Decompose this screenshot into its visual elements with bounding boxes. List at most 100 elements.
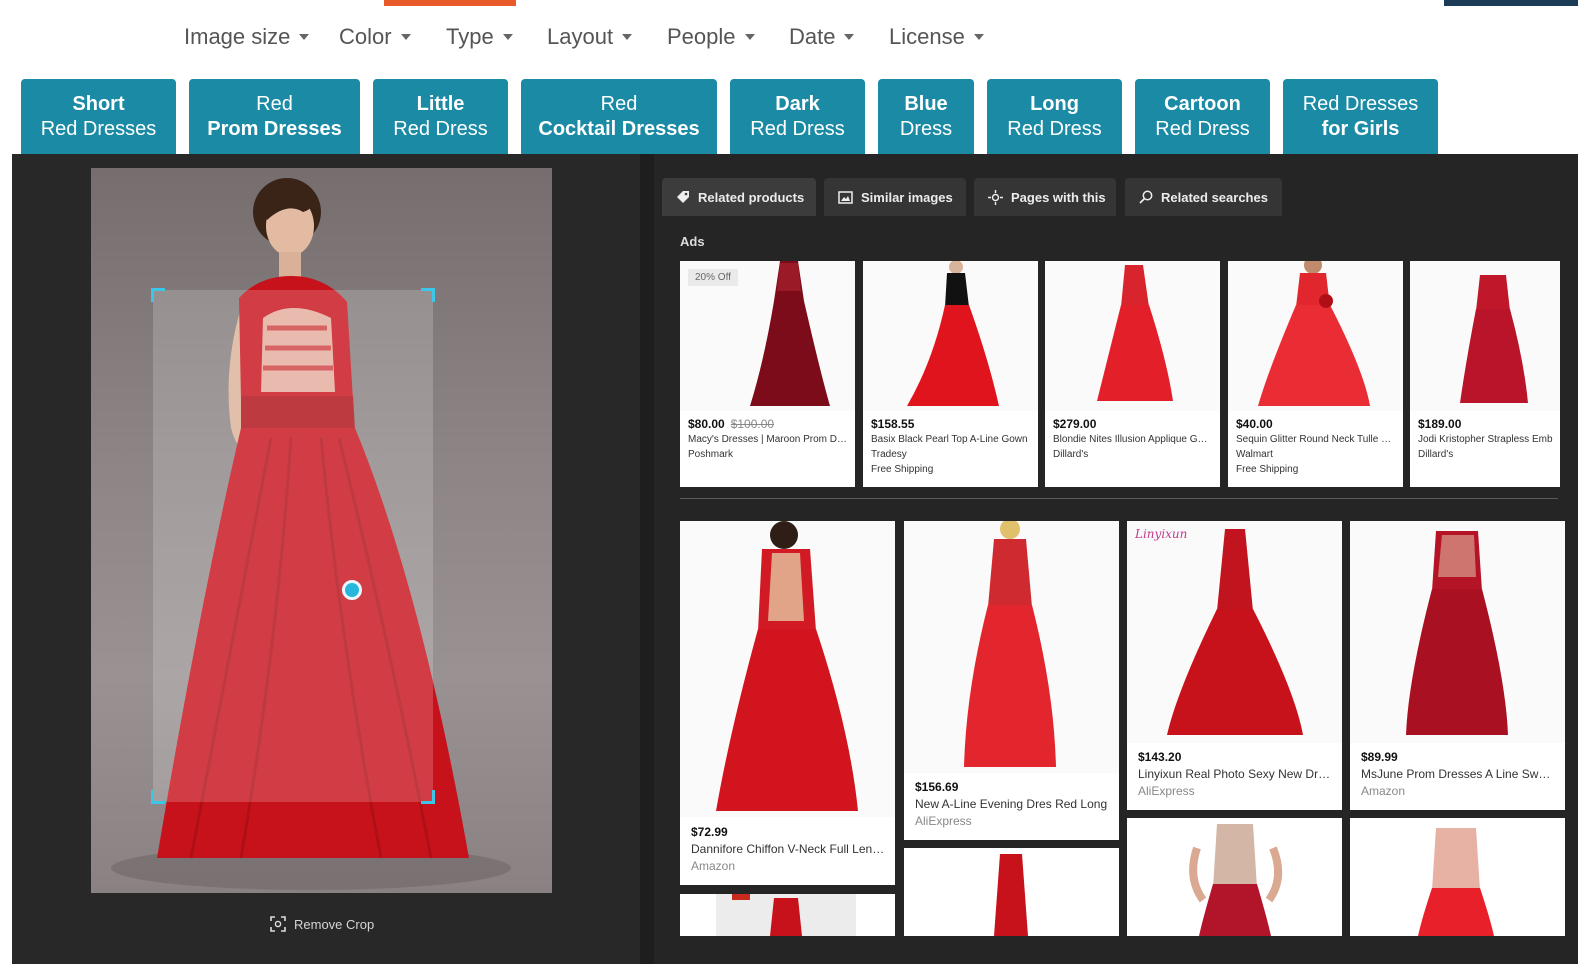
product-card[interactable] [904,848,1119,936]
ad-source: Poshmark [688,449,734,460]
product-thumbnail [1228,261,1403,411]
active-tab-indicator [384,0,516,6]
tab-pages-with-this[interactable]: Pages with this [974,178,1116,216]
chip-dark-red-dress[interactable]: Dark Red Dress [730,79,865,155]
product-card[interactable] [1350,818,1565,936]
top-accent-bar [0,0,1578,6]
chip-line1: Red Dresses [1302,93,1419,115]
price-current: $158.55 [871,417,915,431]
product-price: $72.99 [691,825,728,839]
section-divider [680,498,1558,499]
caret-down-icon [622,34,633,40]
caret-down-icon [400,34,411,40]
product-card[interactable] [1127,818,1342,936]
beaded-red-dress-image [1418,828,1494,936]
chip-line2: Cocktail Dresses [538,118,700,140]
crop-handle-top-left[interactable] [151,288,165,302]
ad-price: $279.00 [1053,417,1096,431]
red-gown-image [716,894,856,936]
product-price: $89.99 [1361,750,1398,764]
product-source: AliExpress [915,814,972,828]
ad-shipping: Free Shipping [871,464,934,475]
caret-down-icon [744,34,755,40]
chip-little-red-dress[interactable]: Little Red Dress [373,79,508,155]
chip-short-red-dresses[interactable]: Short Red Dresses [21,79,176,155]
product-thumbnail [1127,521,1342,743]
chip-cartoon-red-dress[interactable]: Cartoon Red Dress [1135,79,1270,155]
product-card[interactable]: $156.69 New A-Line Evening Dres Red Long… [904,521,1119,840]
crop-selection[interactable] [151,288,435,804]
price-current: $40.00 [1236,417,1273,431]
chip-red-dresses-for-girls[interactable]: Red Dresses for Girls [1283,79,1438,155]
product-card[interactable]: $72.99 Dannifore Chiffon V-Neck Full Len… [680,521,895,885]
tab-similar-images[interactable]: Similar images [824,178,966,216]
caret-down-icon [502,34,513,40]
filter-label: Date [789,24,836,49]
chip-line2: Dress [899,118,953,140]
filter-license[interactable]: License [889,24,984,50]
product-thumbnail [1410,261,1560,411]
product-price: $156.69 [915,780,959,794]
product-source: AliExpress [1138,784,1195,798]
filter-type[interactable]: Type [446,24,513,50]
image-icon [838,190,853,204]
chip-line2: Red Dress [1155,118,1250,140]
chip-line1: Long [1030,93,1079,115]
chip-blue-dress[interactable]: Blue Dress [878,79,974,155]
caret-down-icon [973,34,984,40]
ad-shipping: Free Shipping [1236,464,1299,475]
chip-red-cocktail-dresses[interactable]: Red Cocktail Dresses [521,79,717,155]
chip-line2: Red Dress [393,118,488,140]
price-current: $80.00 [688,417,725,431]
product-title: Linyixun Real Photo Sexy New Dress [1138,767,1334,781]
chip-line1: Red [600,93,638,115]
tab-label: Related products [698,189,805,205]
product-card[interactable]: Linyixun $143.20 Linyixun Real Photo Sex… [1127,521,1342,810]
chip-line2: Red Dresses [40,118,157,140]
ad-card[interactable]: $279.00 Blondie Nites Illusion Applique … [1045,261,1220,487]
remove-crop-button[interactable]: Remove Crop [270,916,374,932]
chip-red-prom-dresses[interactable]: Red Prom Dresses [189,79,360,155]
crop-handle-bottom-right[interactable] [421,790,435,804]
filter-color[interactable]: Color [339,24,411,50]
ad-title: Sequin Glitter Round Neck Tulle Dress [1236,434,1396,445]
backless-red-gown-image [716,521,858,811]
ad-title: Basix Black Pearl Top A-Line Gown [871,434,1028,445]
ad-source: Dillard's [1418,449,1454,460]
product-title: Dannifore Chiffon V-Neck Full Length [691,842,887,856]
product-price: $143.20 [1138,750,1182,764]
tab-label: Related searches [1161,189,1268,205]
tab-related-products[interactable]: Related products [662,178,816,216]
ad-card[interactable]: $189.00 Jodi Kristopher Strapless Emb Di… [1410,261,1560,487]
ads-label: Ads [680,234,705,249]
halter-red-gown-image [1167,529,1303,735]
chip-line1: Little [416,93,465,115]
hotspot-dot[interactable] [342,580,362,600]
filter-label: People [667,24,736,49]
ad-card[interactable]: $40.00 Sequin Glitter Round Neck Tulle D… [1228,261,1403,487]
ad-price: $189.00 [1418,417,1461,431]
filter-image-size[interactable]: Image size [184,24,310,50]
tab-label: Pages with this [1011,189,1106,205]
tab-label: Similar images [861,189,953,205]
product-card[interactable] [680,894,895,936]
chip-line2: Red Dress [1007,118,1102,140]
ad-source: Tradesy [871,449,907,460]
filter-layout[interactable]: Layout [547,24,633,50]
pages-icon [988,189,1003,205]
crop-handle-top-right[interactable] [421,288,435,302]
product-source: Amazon [1361,784,1406,798]
product-card[interactable]: $89.99 MsJune Prom Dresses A Line Sweeth… [1350,521,1565,810]
crop-handle-bottom-left[interactable] [151,790,165,804]
filter-people[interactable]: People [667,24,755,50]
tab-related-searches[interactable]: Related searches [1125,178,1282,216]
red-applique-gown-image [1097,265,1173,401]
embellished-red-dress-image [1189,824,1283,936]
filter-date[interactable]: Date [789,24,855,50]
search-icon [1139,190,1153,204]
chip-line2: Red Dress [750,118,845,140]
red-girls-dress-image [1258,261,1370,406]
ad-card[interactable]: $158.55 Basix Black Pearl Top A-Line Gow… [863,261,1038,487]
ad-card[interactable]: 20% Off $80.00 $100.00 Macy's Dresses | M… [680,261,855,487]
chip-long-red-dress[interactable]: Long Red Dress [987,79,1122,155]
